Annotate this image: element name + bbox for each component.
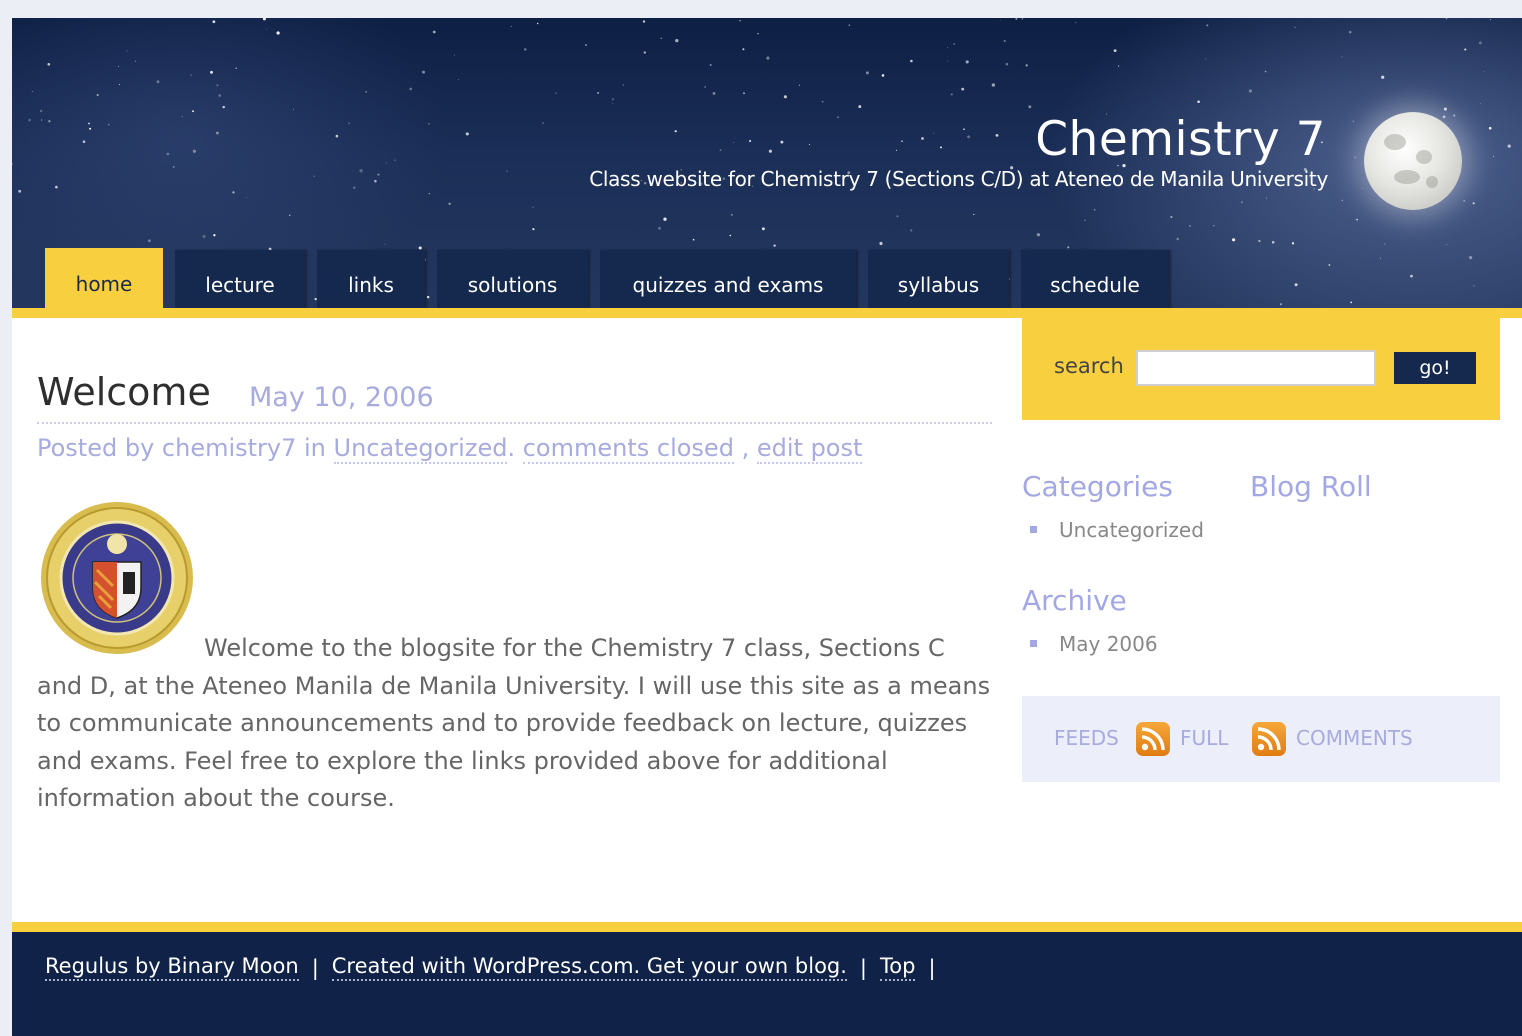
search-go-button[interactable]: go! [1394,352,1476,384]
blogroll-heading: Blog Roll [1250,470,1372,503]
top-link[interactable]: Top [880,954,916,981]
categories-heading: Categories [1022,470,1173,503]
rss-icon[interactable] [1136,722,1170,756]
footer-separator: | [859,955,867,980]
blog-post: Welcome May 10, 2006 Posted by chemistry… [37,358,992,812]
rss-icon[interactable] [1252,722,1286,756]
post-date: May 10, 2006 [249,382,434,413]
site-header: Chemistry 7 Class website for Chemistry … [12,18,1522,318]
footer-separator: | [311,955,319,980]
post-body: Welcome to the blogsite for the Chemistr… [37,634,991,812]
category-link[interactable]: Uncategorized [333,434,508,464]
bullet-icon [1030,640,1037,647]
wordpress-link[interactable]: Created with WordPress.com. Get your own… [331,954,847,981]
post-author-text: Posted by chemistry7 in [37,434,326,462]
main-nav: home lecture links solutions quizzes and… [45,240,1181,318]
search-box: search go! [1022,308,1500,420]
site-footer: Regulus by Binary Moon | Created with Wo… [12,932,1522,1036]
feed-full-link[interactable]: FULL [1180,726,1228,750]
meta-separator: , [741,434,750,462]
site-tagline: Class website for Chemistry 7 (Sections … [589,167,1328,191]
edit-post-link[interactable]: edit post [756,434,863,464]
post-header: Welcome May 10, 2006 [37,358,992,424]
comments-link[interactable]: comments closed [522,434,734,464]
post-meta: Posted by chemistry7 in Uncategorized. c… [37,434,863,464]
feeds-label: FEEDS [1054,726,1119,750]
archive-item-label: May 2006 [1059,632,1158,656]
category-item[interactable]: Uncategorized [1030,518,1204,542]
archive-item[interactable]: May 2006 [1030,632,1158,656]
footer-links: Regulus by Binary Moon | Created with Wo… [45,954,949,981]
post-title[interactable]: Welcome [37,370,211,414]
footer-separator: | [928,955,936,980]
archive-heading: Archive [1022,584,1127,617]
bullet-icon [1030,526,1037,533]
theme-credit-link[interactable]: Regulus by Binary Moon [45,954,299,981]
feed-comments-link[interactable]: COMMENTS [1296,726,1413,750]
search-label: search [1054,354,1124,378]
moon-icon [1364,112,1462,210]
category-item-label: Uncategorized [1059,518,1204,542]
page-frame: Chemistry 7 Class website for Chemistry … [12,18,1522,1036]
feeds-box: FEEDS FULL COMMENTS [1022,696,1500,782]
search-input[interactable] [1136,350,1376,386]
site-title[interactable]: Chemistry 7 [1035,112,1326,167]
footer-accent-band [12,922,1522,932]
